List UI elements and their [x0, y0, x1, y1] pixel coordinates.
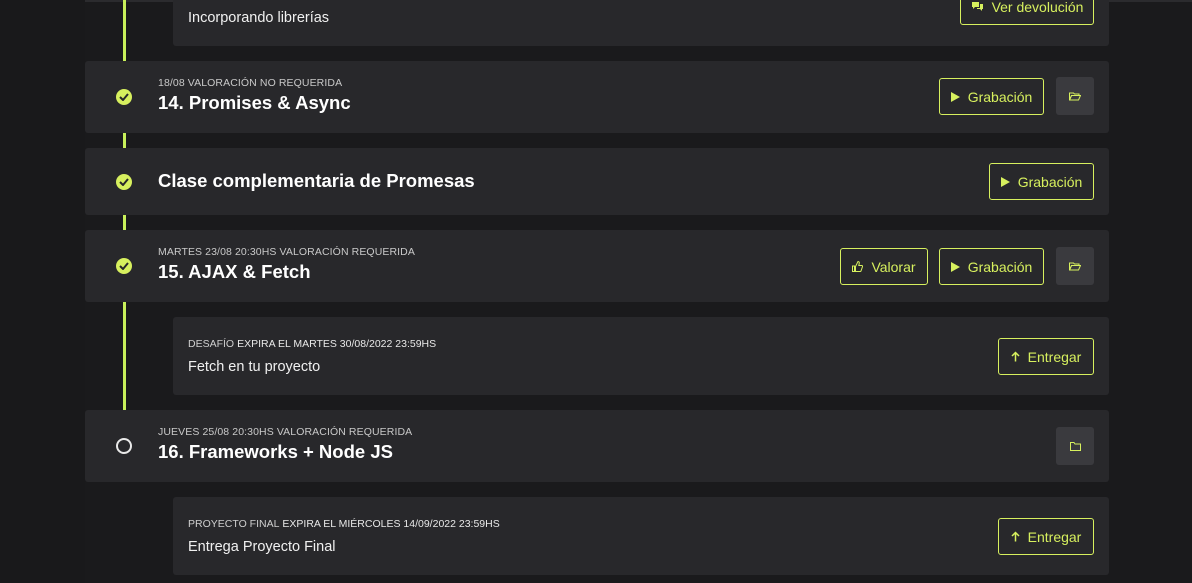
timeline-line — [123, 302, 126, 410]
recording-label: Grabación — [967, 258, 1033, 275]
timeline-line — [123, 215, 126, 230]
submit-button[interactable]: Entregar — [998, 518, 1094, 555]
task-type: DESAFÍO — [188, 338, 235, 350]
play-icon — [950, 261, 960, 272]
completed-check-icon — [116, 258, 132, 274]
task-card: Incorporando librerías Ver devolución — [173, 0, 1109, 46]
view-feedback-label: Ver devolución — [991, 0, 1084, 15]
task-card: PROYECTO FINAL EXPIRA EL MIÉRCOLES 14/09/… — [173, 497, 1109, 575]
class-card: 18/08 VALORACIÓN NO REQUERIDA 14. Promis… — [85, 61, 1109, 133]
folder-open-icon — [1069, 262, 1081, 270]
materials-folder-button[interactable] — [1056, 427, 1094, 465]
task-expiry: EXPIRA EL MIÉRCOLES 14/09/2022 23:59HS — [282, 518, 500, 530]
class-card: MARTES 23/08 20:30HS VALORACIÓN REQUERID… — [85, 230, 1109, 302]
task-card: DESAFÍO EXPIRA EL MARTES 30/08/2022 23:59… — [173, 317, 1109, 395]
folder-icon — [1069, 441, 1081, 451]
folder-open-icon — [1069, 92, 1081, 100]
completed-check-icon — [116, 174, 132, 190]
submit-label: Entregar — [1027, 528, 1082, 545]
task-title: Incorporando librerías — [188, 10, 330, 26]
arrow-up-icon — [1011, 531, 1020, 542]
rate-button[interactable]: Valorar — [840, 248, 928, 285]
recording-label: Grabación — [1017, 173, 1083, 190]
left-gutter — [0, 0, 85, 583]
class-meta: JUEVES 25/08 20:30HS VALORACIÓN REQUERID… — [158, 426, 413, 438]
play-icon — [1000, 176, 1010, 187]
task-meta: DESAFÍO EXPIRA EL MARTES 30/08/2022 23:59… — [188, 338, 436, 350]
comments-icon — [971, 2, 983, 11]
completed-check-icon — [116, 89, 132, 105]
materials-folder-button[interactable] — [1056, 77, 1094, 115]
timeline-line — [123, 133, 126, 148]
timeline-line — [123, 0, 126, 61]
task-title: Fetch en tu proyecto — [188, 359, 321, 375]
class-card: Clase complementaria de Promesas Grabaci… — [85, 148, 1109, 215]
view-feedback-button[interactable]: Ver devolución — [960, 0, 1094, 25]
task-title: Entrega Proyecto Final — [188, 539, 336, 555]
class-title: Clase complementaria de Promesas — [158, 170, 475, 191]
task-meta: PROYECTO FINAL EXPIRA EL MIÉRCOLES 14/09/… — [188, 518, 500, 530]
submit-button[interactable]: Entregar — [998, 338, 1094, 375]
arrow-up-icon — [1011, 351, 1020, 362]
class-meta: 18/08 VALORACIÓN NO REQUERIDA — [158, 77, 343, 89]
task-expiry: EXPIRA EL MARTES 30/08/2022 23:59HS — [237, 338, 437, 350]
pending-circle-icon — [116, 438, 132, 454]
submit-label: Entregar — [1027, 348, 1082, 365]
class-title: 16. Frameworks + Node JS — [158, 441, 393, 462]
recording-button[interactable]: Grabación — [939, 78, 1044, 115]
class-meta: MARTES 23/08 20:30HS VALORACIÓN REQUERID… — [158, 246, 415, 258]
recording-label: Grabación — [967, 88, 1033, 105]
recording-button[interactable]: Grabación — [939, 248, 1044, 285]
recording-button[interactable]: Grabación — [989, 163, 1094, 200]
task-type: PROYECTO FINAL — [188, 518, 280, 530]
play-icon — [950, 91, 960, 102]
class-title: 15. AJAX & Fetch — [158, 261, 311, 282]
materials-folder-button[interactable] — [1056, 247, 1094, 285]
class-title: 14. Promises & Async — [158, 92, 351, 113]
rate-label: Valorar — [871, 258, 916, 275]
thumbs-up-icon — [852, 261, 864, 272]
class-card: JUEVES 25/08 20:30HS VALORACIÓN REQUERID… — [85, 410, 1109, 482]
